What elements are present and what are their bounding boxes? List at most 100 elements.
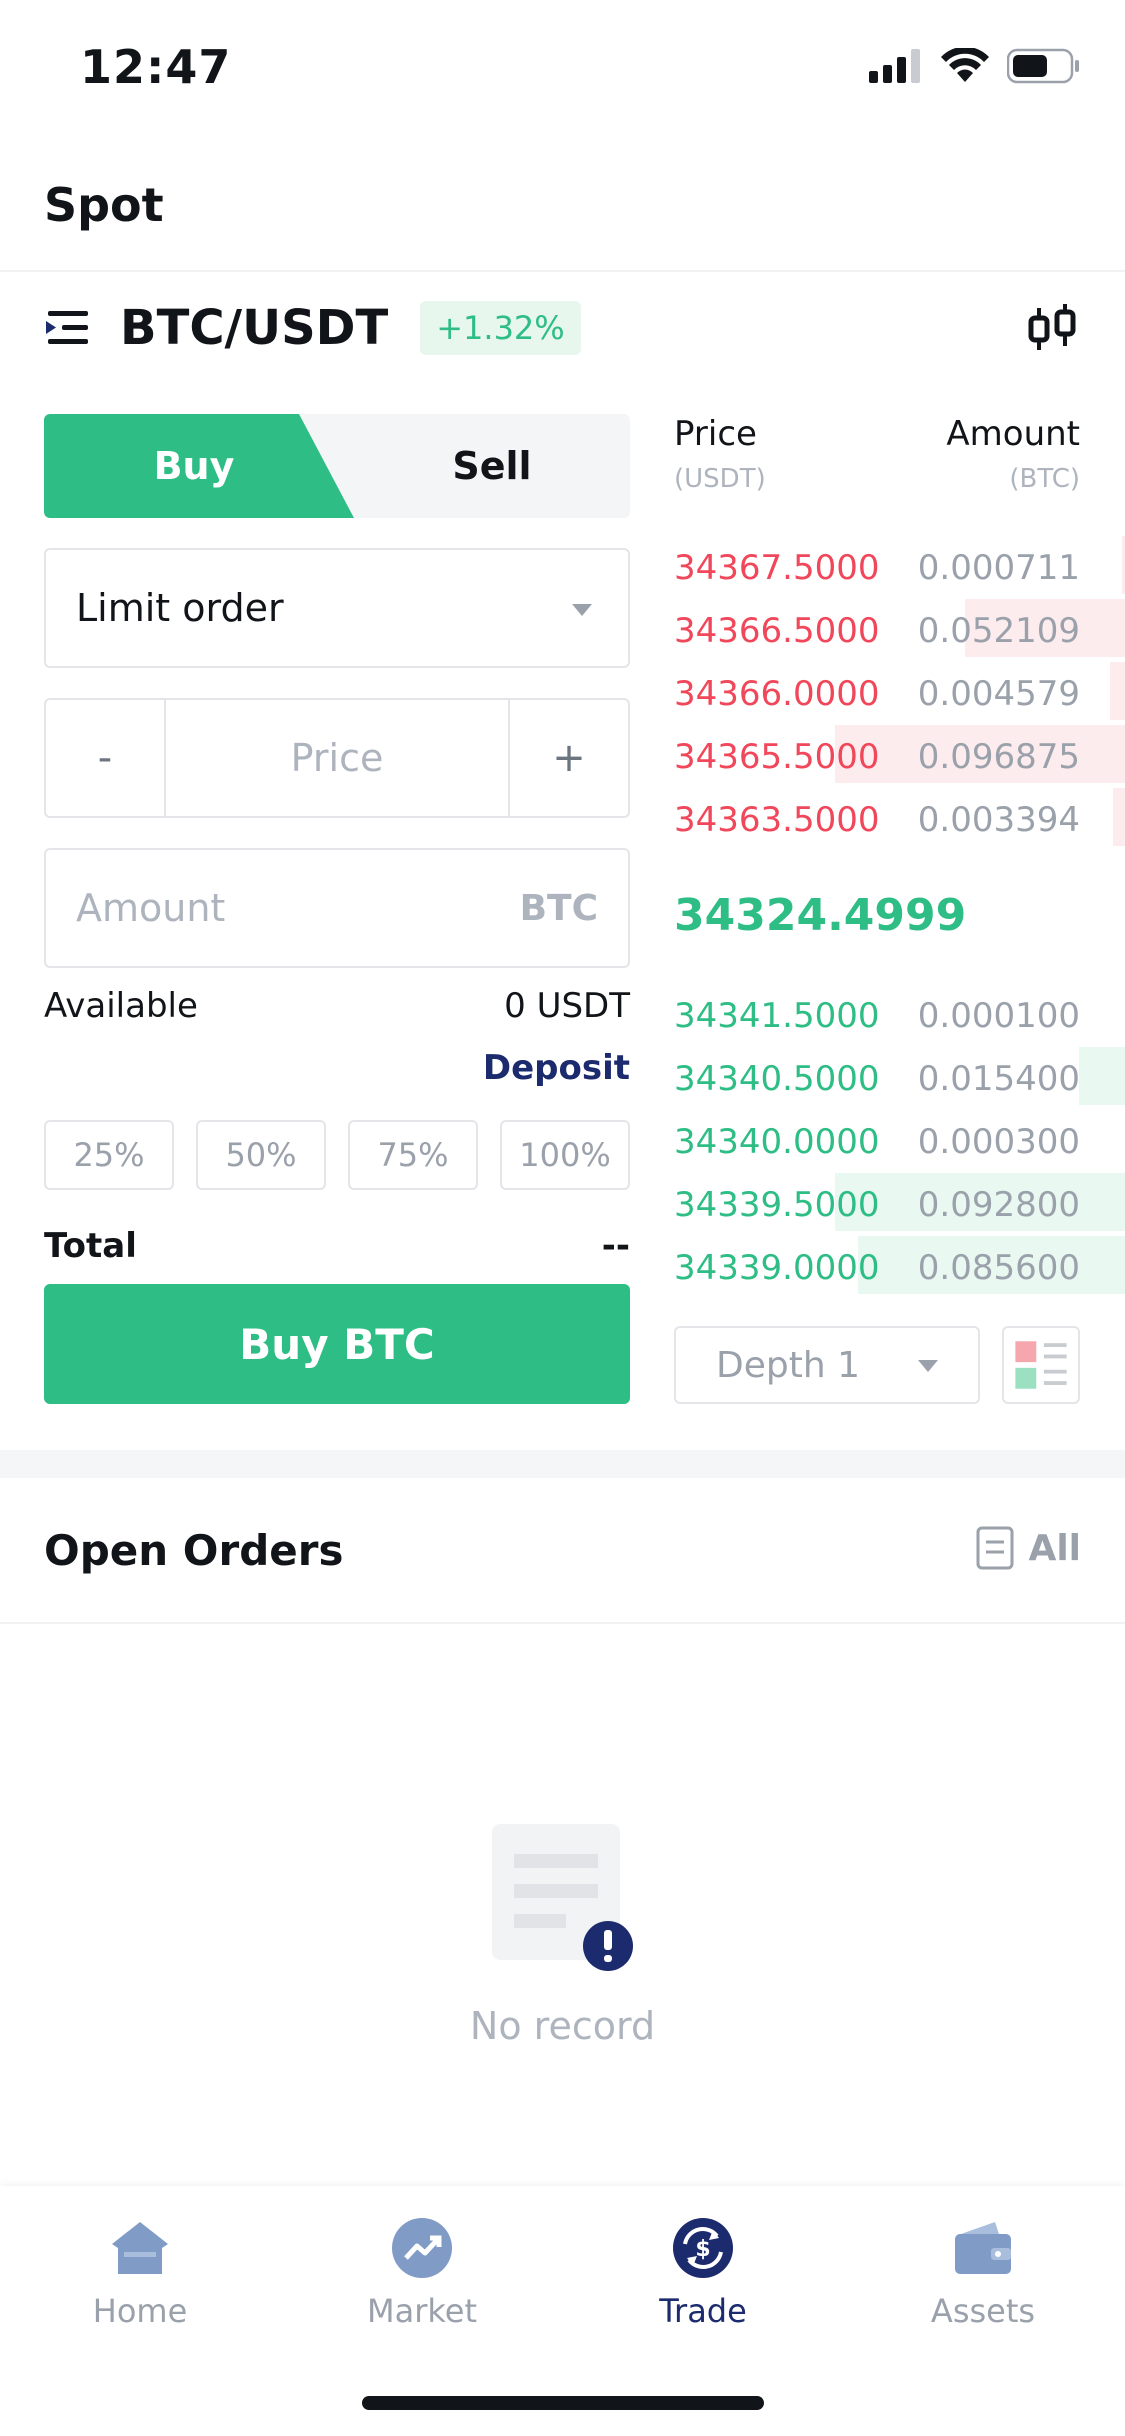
- orderbook-price-header: Price: [674, 414, 757, 454]
- ask-row[interactable]: 34366.0000 0.004579: [674, 662, 1125, 725]
- depth-select-value: Depth 1: [716, 1344, 860, 1386]
- bid-amount: 0.000100: [917, 995, 1080, 1036]
- menu-icon[interactable]: [44, 305, 90, 351]
- amount-unit: BTC: [519, 887, 598, 929]
- depth-select[interactable]: Depth 1: [674, 1326, 980, 1404]
- total-row: Total --: [44, 1226, 630, 1266]
- open-orders-divider: [0, 1622, 1125, 1624]
- price-stepper: - Price +: [44, 698, 630, 818]
- ask-price: 34363.5000: [674, 799, 880, 840]
- trade-icon: $: [673, 2218, 733, 2278]
- price-increment-button[interactable]: +: [508, 700, 628, 816]
- status-bar: 12:47: [0, 0, 1125, 140]
- bid-amount: 0.000300: [917, 1121, 1080, 1162]
- ask-amount: 0.000711: [917, 547, 1080, 588]
- ask-price: 34367.5000: [674, 547, 880, 588]
- assets-icon: [955, 2222, 1011, 2274]
- nav-trade-label: Trade: [659, 2292, 747, 2330]
- home-indicator: [362, 2396, 764, 2410]
- all-orders-link[interactable]: All: [976, 1526, 1081, 1570]
- bid-amount: 0.015400: [917, 1058, 1080, 1099]
- empty-document-icon: [492, 1824, 633, 1971]
- ask-price: 34366.0000: [674, 673, 880, 714]
- ask-amount: 0.096875: [917, 736, 1080, 777]
- ask-amount: 0.004579: [917, 673, 1080, 714]
- total-value: --: [601, 1226, 630, 1266]
- pair-row: BTC/USDT +1.32%: [44, 296, 581, 360]
- bid-price: 34341.5000: [674, 995, 880, 1036]
- price-decrement-button[interactable]: -: [46, 700, 166, 816]
- caret-down-icon: [918, 1360, 938, 1372]
- nav-home[interactable]: Home: [40, 2216, 240, 2330]
- bid-depth-bar: [1079, 1047, 1125, 1105]
- orderbook-price-unit: (USDT): [674, 464, 766, 494]
- tab-sell[interactable]: Sell: [354, 414, 630, 518]
- nav-trade[interactable]: $ Trade: [603, 2216, 803, 2330]
- orderbook-asks: 34367.5000 0.000711 34366.5000 0.052109 …: [674, 536, 1125, 851]
- nav-assets-label: Assets: [930, 2292, 1036, 2330]
- status-time: 12:47: [80, 40, 232, 94]
- all-orders-label: All: [1028, 1527, 1081, 1569]
- ask-row[interactable]: 34366.5000 0.052109: [674, 599, 1125, 662]
- ask-depth-bar: [1113, 788, 1125, 846]
- bid-price: 34340.5000: [674, 1058, 880, 1099]
- bid-row[interactable]: 34340.5000 0.015400: [674, 1047, 1125, 1110]
- ask-amount: 0.052109: [917, 610, 1080, 651]
- deposit-link[interactable]: Deposit: [44, 1048, 630, 1088]
- ask-row[interactable]: 34363.5000 0.003394: [674, 788, 1125, 851]
- svg-text:$: $: [695, 2237, 710, 2262]
- available-label: Available: [44, 986, 198, 1026]
- wifi-icon: [941, 48, 989, 82]
- ask-row[interactable]: 34367.5000 0.000711: [674, 536, 1125, 599]
- nav-assets[interactable]: Assets: [883, 2216, 1083, 2330]
- candlestick-chart-icon[interactable]: [1025, 300, 1081, 356]
- tab-buy[interactable]: Buy: [44, 414, 344, 518]
- bid-row[interactable]: 34341.5000 0.000100: [674, 984, 1125, 1047]
- ask-price: 34366.5000: [674, 610, 880, 651]
- signal-icon: [869, 49, 920, 83]
- pct-25-button[interactable]: 25%: [44, 1120, 174, 1190]
- page-title: Spot: [44, 178, 164, 232]
- caret-down-icon: [572, 604, 592, 616]
- home-icon: [112, 2222, 168, 2274]
- price-input[interactable]: Price: [166, 700, 508, 816]
- buy-btc-button[interactable]: Buy BTC: [44, 1284, 630, 1404]
- pct-50-button[interactable]: 50%: [196, 1120, 326, 1190]
- order-type-select[interactable]: Limit order: [44, 548, 630, 668]
- bid-amount: 0.085600: [917, 1247, 1080, 1288]
- buy-sell-tabs: Buy Sell: [44, 414, 630, 518]
- bid-price: 34340.0000: [674, 1121, 880, 1162]
- ask-row[interactable]: 34365.5000 0.096875: [674, 725, 1125, 788]
- ask-amount: 0.003394: [917, 799, 1080, 840]
- bid-row[interactable]: 34339.5000 0.092800: [674, 1173, 1125, 1236]
- orderbook-amount-header: Amount: [946, 414, 1080, 454]
- pct-100-button[interactable]: 100%: [500, 1120, 630, 1190]
- header-divider: [0, 270, 1125, 272]
- pair-name[interactable]: BTC/USDT: [120, 300, 388, 356]
- bid-row[interactable]: 34339.0000 0.085600: [674, 1236, 1125, 1299]
- section-separator: [0, 1450, 1125, 1478]
- nav-market[interactable]: Market: [322, 2216, 522, 2330]
- amount-input[interactable]: Amount BTC: [44, 848, 630, 968]
- orderbook-bids: 34341.5000 0.000100 34340.5000 0.015400 …: [674, 984, 1125, 1299]
- ask-price: 34365.5000: [674, 736, 880, 777]
- nav-home-label: Home: [92, 2292, 188, 2330]
- market-icon: [392, 2218, 452, 2278]
- status-icons: [869, 48, 1081, 84]
- available-row: Available 0 USDT: [44, 986, 630, 1026]
- document-icon: [976, 1526, 1014, 1570]
- battery-icon: [1007, 48, 1079, 84]
- bid-row[interactable]: 34340.0000 0.000300: [674, 1110, 1125, 1173]
- order-type-value: Limit order: [76, 586, 284, 630]
- bid-price: 34339.5000: [674, 1184, 880, 1225]
- pct-75-button[interactable]: 75%: [348, 1120, 478, 1190]
- ask-depth-bar: [1110, 662, 1125, 720]
- available-value: 0 USDT: [504, 986, 630, 1026]
- nav-market-label: Market: [367, 2292, 477, 2330]
- open-orders-title: Open Orders: [44, 1526, 344, 1575]
- percentage-buttons: 25% 50% 75% 100%: [44, 1120, 630, 1190]
- last-price: 34324.4999: [674, 890, 967, 941]
- bid-price: 34339.0000: [674, 1247, 880, 1288]
- orderbook-layout-icon[interactable]: [1002, 1326, 1080, 1404]
- bid-amount: 0.092800: [917, 1184, 1080, 1225]
